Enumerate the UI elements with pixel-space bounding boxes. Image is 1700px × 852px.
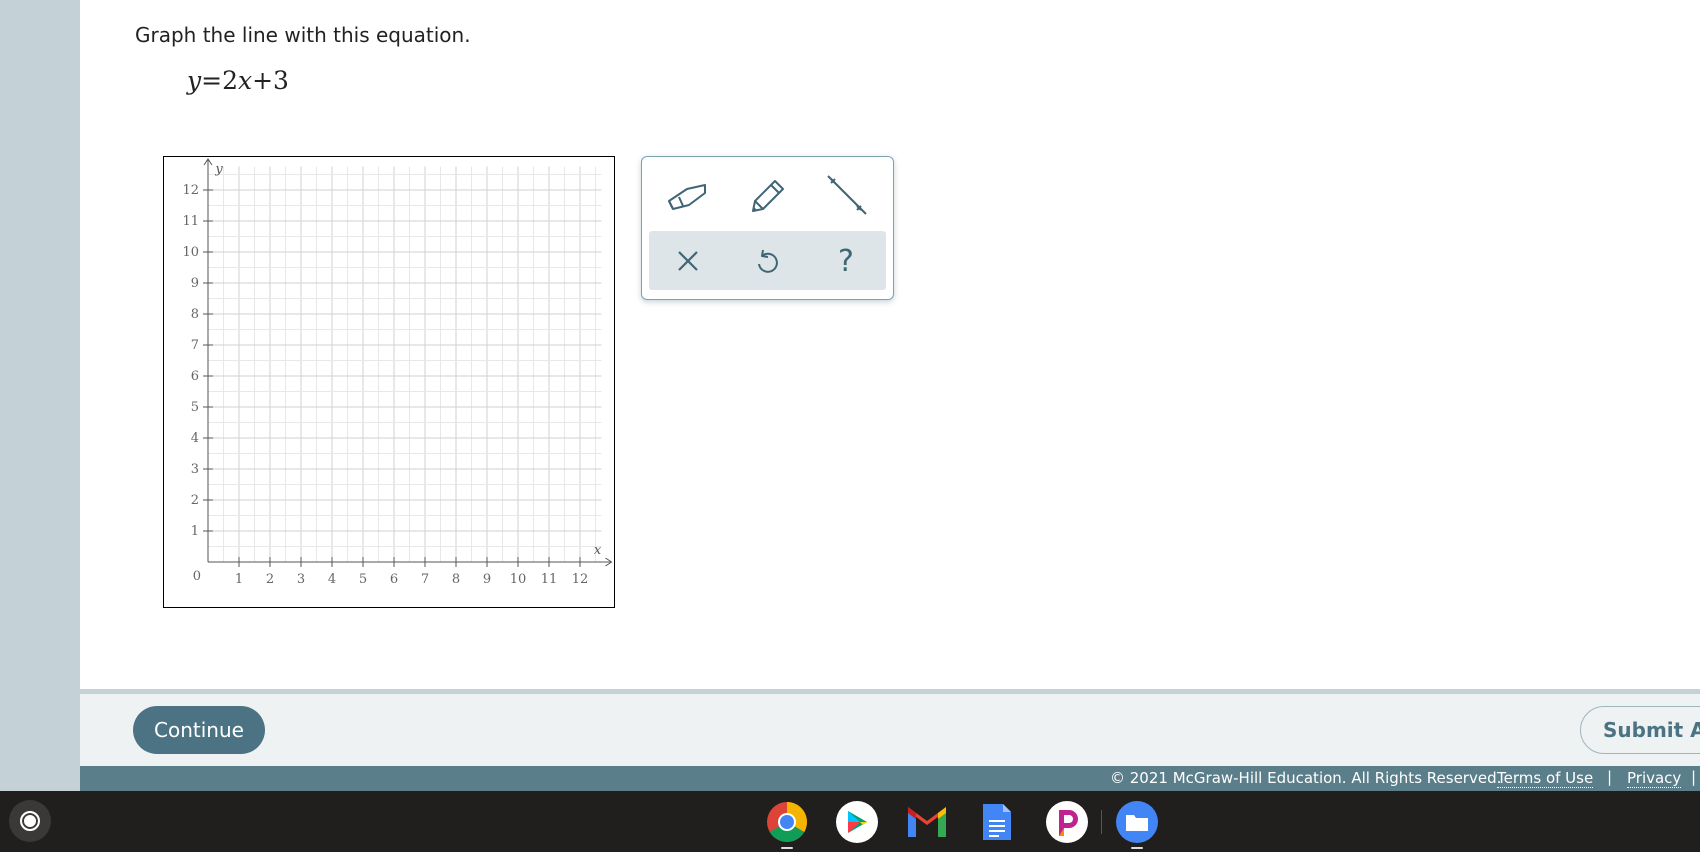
equation-var: x	[237, 66, 253, 95]
question-prompt: Graph the line with this equation.	[135, 23, 471, 47]
chrome-running-dot	[781, 847, 793, 849]
continue-button[interactable]: Continue	[133, 706, 265, 754]
y-tick-label: 1	[191, 524, 199, 539]
clear-button[interactable]	[658, 235, 718, 287]
pencil-tool[interactable]	[737, 169, 797, 221]
x-tick-label: 5	[359, 572, 367, 587]
files-app[interactable]	[1116, 801, 1158, 843]
tool-action-row: ?	[649, 231, 886, 290]
y-tick-label: 10	[182, 245, 199, 260]
graph-svg[interactable]: 1 2 3 4 5 6 7 8 9 10 11 121234567891011120xy	[164, 157, 614, 607]
y-tick-label: 6	[191, 369, 199, 384]
shelf-separator	[1101, 810, 1102, 834]
equation-equals: =	[201, 66, 223, 95]
action-bar: Continue Submit As	[80, 694, 1700, 766]
equation: y=2x+3	[187, 66, 289, 95]
left-rail	[0, 0, 80, 791]
pencil-icon	[752, 180, 784, 212]
graph-canvas[interactable]: 1 2 3 4 5 6 7 8 9 10 11 12 1 2 3 4 5 6 7 8 9 10 11 12 0 x y	[163, 156, 615, 608]
graph-tool-panel: ?	[641, 156, 894, 300]
footer: © 2021 McGraw-Hill Education. All Rights…	[80, 766, 1700, 791]
x-tick-label: 2	[266, 572, 274, 587]
y-tick-label: 9	[191, 276, 199, 291]
y-tick-label: 8	[191, 307, 199, 322]
origin-label: 0	[193, 569, 201, 584]
x-tick-label: 8	[452, 572, 460, 587]
footer-separator: |	[1607, 768, 1613, 786]
picsart-icon	[1059, 810, 1078, 836]
docs-app[interactable]	[976, 801, 1018, 843]
x-tick-label: 11	[541, 572, 558, 587]
docs-icon	[983, 804, 1011, 840]
play-store-app[interactable]	[836, 801, 878, 843]
y-tick-label: 7	[191, 338, 199, 353]
x-tick-label: 10	[510, 572, 527, 587]
eraser-tool[interactable]	[657, 169, 717, 221]
x-tick-label: 12	[572, 572, 589, 587]
launcher-button[interactable]	[9, 800, 51, 842]
equation-lhs: y	[187, 66, 202, 95]
line-tool[interactable]	[817, 169, 877, 221]
terms-of-use-link[interactable]: Terms of Use	[1497, 769, 1594, 788]
privacy-link[interactable]: Privacy	[1627, 769, 1682, 788]
y-tick-label: 4	[191, 431, 199, 446]
x-tick-label: 6	[390, 572, 398, 587]
x-tick-label: 3	[297, 572, 305, 587]
x-tick-label: 9	[483, 572, 491, 587]
eraser-icon	[668, 184, 706, 210]
files-running-dot	[1131, 847, 1143, 849]
gmail-app[interactable]	[906, 801, 948, 843]
files-icon	[1126, 815, 1148, 831]
picsart-app[interactable]	[1046, 801, 1088, 843]
x-axis-label: x	[594, 543, 602, 558]
submit-assignment-button[interactable]: Submit As	[1580, 706, 1700, 754]
os-shelf	[0, 791, 1700, 852]
x-tick-label: 1	[235, 572, 243, 587]
y-axis-label: y	[214, 162, 223, 177]
chrome-icon	[767, 802, 807, 842]
line-tool-icon	[827, 175, 867, 215]
undo-icon	[758, 249, 778, 273]
y-tick-label: 3	[191, 462, 199, 477]
y-tick-label: 12	[182, 183, 199, 198]
x-tick-label: 7	[421, 572, 429, 587]
y-tick-label: 11	[182, 214, 199, 229]
y-tick-label: 2	[191, 493, 199, 508]
copyright-text: © 2021 McGraw-Hill Education. All Rights…	[1110, 769, 1502, 787]
chrome-app[interactable]	[766, 801, 808, 843]
play-store-icon	[848, 811, 867, 833]
equation-plus: +	[252, 66, 274, 95]
help-button[interactable]: ?	[816, 235, 876, 287]
y-tick-label: 5	[191, 400, 199, 415]
undo-button[interactable]	[737, 235, 797, 287]
x-icon	[678, 251, 698, 271]
equation-const: 3	[273, 66, 289, 95]
equation-coef: 2	[222, 66, 238, 95]
question-area: Graph the line with this equation. y=2x+…	[80, 0, 1700, 689]
launcher-icon	[20, 811, 40, 831]
gmail-icon	[908, 807, 946, 837]
footer-separator-2: |	[1691, 768, 1697, 786]
x-tick-label: 4	[328, 572, 336, 587]
